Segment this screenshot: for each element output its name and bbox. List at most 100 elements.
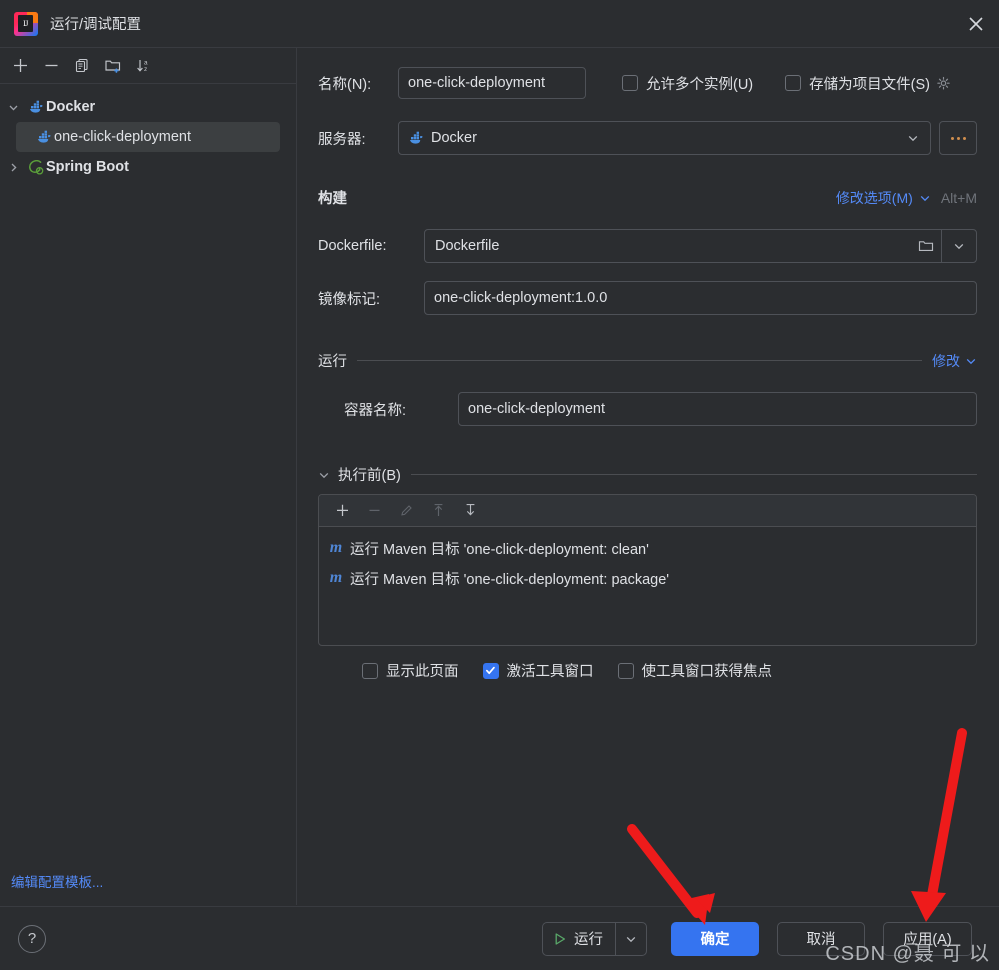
move-task-down-button[interactable] (455, 498, 485, 524)
add-task-button[interactable] (327, 498, 357, 524)
image-tag-label: 镜像标记: (318, 291, 381, 308)
configurations-tree: Docker one-click-deployment Spring Boot (0, 84, 296, 182)
tree-node-one-click-deployment[interactable]: one-click-deployment (16, 122, 280, 152)
modify-run-options-link[interactable]: 修改 (932, 351, 960, 371)
sort-configurations-button[interactable]: a z (130, 52, 158, 80)
run-debug-configurations-dialog: IJ 运行/调试配置 a z Docker one-click-deployme… (0, 0, 999, 970)
allow-multiple-instances-checkbox[interactable] (622, 75, 638, 91)
name-row: 名称(N): one-click-deployment 允许多个实例(U) 存储… (318, 66, 977, 100)
play-icon (553, 932, 567, 946)
edit-configuration-templates-link[interactable]: 编辑配置模板... (11, 871, 103, 891)
server-more-button[interactable] (939, 121, 977, 155)
help-button[interactable]: ? (18, 924, 46, 953)
container-name-row: 容器名称: one-click-deployment (318, 392, 977, 426)
before-launch-options-row: 显示此页面 激活工具窗口 使工具窗口获得焦点 (318, 660, 977, 681)
dockerfile-history-dropdown[interactable] (942, 240, 976, 252)
list-item[interactable]: m 运行 Maven 目标 'one-click-deployment: pac… (319, 563, 976, 593)
apply-button[interactable]: 应用(A) (883, 921, 972, 956)
chevron-down-icon[interactable] (896, 132, 930, 144)
task-label: 运行 Maven 目标 'one-click-deployment: clean… (350, 541, 649, 558)
add-configuration-button[interactable] (6, 52, 34, 80)
build-section-title: 构建 (318, 191, 347, 207)
run-section-header: 运行 修改 (318, 350, 977, 371)
focus-tool-window-checkbox-row: 使工具窗口获得焦点 (617, 660, 773, 681)
cancel-button[interactable]: 取消 (777, 921, 865, 956)
server-combobox[interactable]: Docker (398, 121, 931, 155)
modify-options-shortcut: Alt+M (940, 189, 977, 206)
chevron-down-icon[interactable] (318, 469, 330, 481)
server-label: 服务器: (318, 131, 366, 148)
run-dropdown-button[interactable] (615, 921, 647, 956)
remove-task-button (359, 498, 389, 524)
dialog-button-bar: ? 运行 确定 取消 应用(A) (0, 906, 999, 970)
run-section-title: 运行 (318, 354, 347, 370)
section-divider (410, 474, 977, 475)
allow-multiple-instances-label[interactable]: 允许多个实例(U) (646, 73, 753, 94)
copy-configuration-button[interactable] (68, 52, 96, 80)
close-icon[interactable] (953, 0, 999, 47)
tree-node-label: one-click-deployment (54, 129, 192, 145)
edit-task-button (391, 498, 421, 524)
docker-icon (34, 130, 54, 144)
dialog-titlebar: IJ 运行/调试配置 (0, 0, 999, 48)
chevron-down-icon[interactable] (919, 192, 931, 204)
container-name-input[interactable]: one-click-deployment (458, 392, 977, 426)
chevron-right-icon[interactable] (0, 162, 26, 173)
dockerfile-row: Dockerfile: Dockerfile (318, 229, 977, 263)
show-this-page-label[interactable]: 显示此页面 (386, 660, 459, 681)
intellij-idea-logo-icon: IJ (14, 11, 38, 36)
svg-text:z: z (144, 66, 147, 73)
chevron-down-icon[interactable] (965, 355, 977, 367)
dockerfile-value: Dockerfile (435, 238, 500, 254)
list-item[interactable]: m 运行 Maven 目标 'one-click-deployment: cle… (319, 533, 976, 563)
section-divider (357, 360, 922, 361)
chevron-down-icon (625, 933, 637, 945)
activate-tool-window-label[interactable]: 激活工具窗口 (507, 660, 594, 681)
server-row: 服务器: Docker (318, 121, 977, 155)
folder-icon[interactable] (911, 239, 941, 253)
before-launch-tasks-panel: m 运行 Maven 目标 'one-click-deployment: cle… (318, 494, 977, 646)
focus-tool-window-label[interactable]: 使工具窗口获得焦点 (642, 660, 773, 681)
maven-icon: m (329, 539, 343, 556)
before-launch-section-header: 执行前(B) (318, 464, 977, 485)
image-tag-input[interactable]: one-click-deployment:1.0.0 (424, 281, 977, 315)
tree-node-label: Spring Boot (46, 159, 129, 175)
sidebar-toolbar: a z (0, 48, 296, 84)
run-button-group: 运行 (542, 921, 647, 956)
focus-tool-window-checkbox[interactable] (617, 662, 634, 679)
name-label: 名称(N): (318, 76, 372, 93)
server-combobox-value-wrap: Docker (409, 130, 896, 146)
docker-icon (409, 131, 424, 145)
show-this-page-checkbox[interactable] (362, 662, 378, 679)
container-name-label: 容器名称: (344, 402, 407, 419)
show-this-page-checkbox-row: 显示此页面 (362, 660, 459, 681)
task-label: 运行 Maven 目标 'one-click-deployment: packa… (350, 571, 670, 588)
configurations-sidebar: a z Docker one-click-deployment Spring B… (0, 48, 297, 905)
move-task-up-button (423, 498, 453, 524)
before-launch-task-list: m 运行 Maven 目标 'one-click-deployment: cle… (319, 527, 976, 645)
dockerfile-input[interactable]: Dockerfile (424, 229, 977, 263)
chevron-down-icon[interactable] (0, 102, 26, 113)
modify-options-link[interactable]: 修改选项(M) (836, 188, 913, 208)
run-button-label: 运行 (574, 932, 603, 948)
run-button[interactable]: 运行 (542, 921, 615, 956)
dockerfile-label: Dockerfile: (318, 238, 387, 254)
gear-icon[interactable] (936, 76, 951, 91)
docker-icon (26, 100, 46, 114)
image-tag-row: 镜像标记: one-click-deployment:1.0.0 (318, 281, 977, 315)
remove-configuration-button[interactable] (37, 52, 65, 80)
name-input[interactable]: one-click-deployment (398, 67, 586, 99)
tree-node-label: Docker (46, 99, 96, 115)
activate-tool-window-checkbox[interactable] (482, 662, 499, 679)
store-as-project-file-checkbox[interactable] (785, 75, 802, 91)
store-as-project-file-label[interactable]: 存储为项目文件(S) (809, 73, 930, 94)
tree-node-spring-boot-group[interactable]: Spring Boot (0, 152, 296, 182)
ok-button[interactable]: 确定 (671, 921, 759, 956)
configuration-editor-panel: 名称(N): one-click-deployment 允许多个实例(U) 存储… (298, 48, 999, 905)
dialog-title: 运行/调试配置 (50, 17, 142, 33)
tree-node-docker-group[interactable]: Docker (0, 92, 296, 122)
new-folder-button[interactable] (99, 52, 127, 80)
build-section-header: 构建 修改选项(M) Alt+M (318, 187, 977, 208)
before-launch-toolbar (319, 495, 976, 527)
store-as-project-file-checkbox-row: 存储为项目文件(S) (785, 73, 951, 94)
